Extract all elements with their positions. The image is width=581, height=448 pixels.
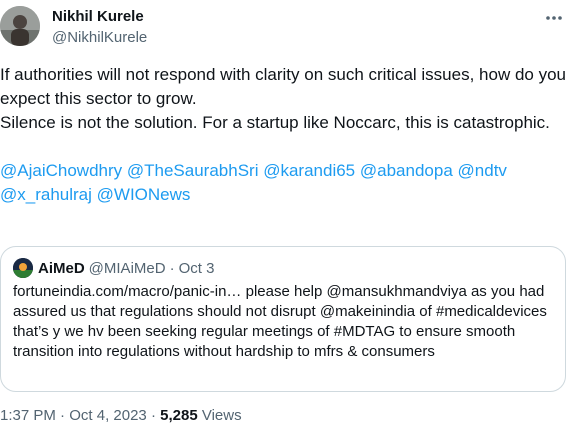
meta-separator: · — [146, 407, 161, 424]
quoted-tweet-text: fortuneindia.com/macro/panic-in… please … — [13, 283, 547, 360]
mention-link[interactable]: @karandi65 — [263, 161, 355, 180]
views-label[interactable]: Views — [198, 407, 242, 424]
author-avatar[interactable] — [0, 6, 40, 46]
tweet-metadata: 1:37 PM · Oct 4, 2023 · 5,285 Views — [0, 406, 242, 426]
tweet-date[interactable]: Oct 4, 2023 — [69, 407, 147, 424]
author-info: Nikhil Kurele @NikhilKurele — [52, 8, 147, 48]
mention-link[interactable]: @x_rahulraj — [0, 185, 92, 204]
tweet-text-line2: Silence is not the solution. For a start… — [0, 113, 550, 132]
mention-link[interactable]: @WIONews — [97, 185, 191, 204]
mention-link[interactable]: @abandopa — [360, 161, 453, 180]
tweet-spacer — [0, 135, 575, 159]
tweet-mentions: @AjaiChowdhry @TheSaurabhSri @karandi65 … — [0, 159, 575, 207]
quoted-author-avatar[interactable] — [13, 258, 33, 278]
mention-link[interactable]: @AjaiChowdhry — [0, 161, 122, 180]
tweet-time[interactable]: 1:37 PM — [0, 407, 56, 424]
quoted-date[interactable]: Oct 3 — [179, 260, 215, 277]
quoted-author-handle[interactable]: @MIAiMeD — [89, 260, 166, 277]
tweet-text-line1: If authorities will not respond with cla… — [0, 65, 566, 108]
quoted-separator: · — [169, 259, 175, 277]
more-horizontal-icon — [546, 16, 562, 20]
quoted-tweet[interactable]: AiMeD @MIAiMeD · Oct 3 fortuneindia.com/… — [0, 246, 566, 392]
more-options-button[interactable] — [541, 8, 567, 28]
aimed-logo-icon — [13, 258, 33, 278]
mention-link[interactable]: @ndtv — [458, 161, 507, 180]
quoted-tweet-header: AiMeD @MIAiMeD · Oct 3 — [13, 258, 553, 278]
author-display-name[interactable]: Nikhil Kurele — [52, 8, 147, 26]
meta-separator: · — [55, 407, 70, 424]
author-handle[interactable]: @NikhilKurele — [52, 28, 147, 48]
avatar-photo-icon — [0, 6, 40, 46]
tweet-text: If authorities will not respond with cla… — [0, 63, 575, 207]
mention-link[interactable]: @TheSaurabhSri — [127, 161, 259, 180]
quoted-author-name[interactable]: AiMeD — [38, 260, 85, 277]
views-count[interactable]: 5,285 — [160, 407, 198, 424]
